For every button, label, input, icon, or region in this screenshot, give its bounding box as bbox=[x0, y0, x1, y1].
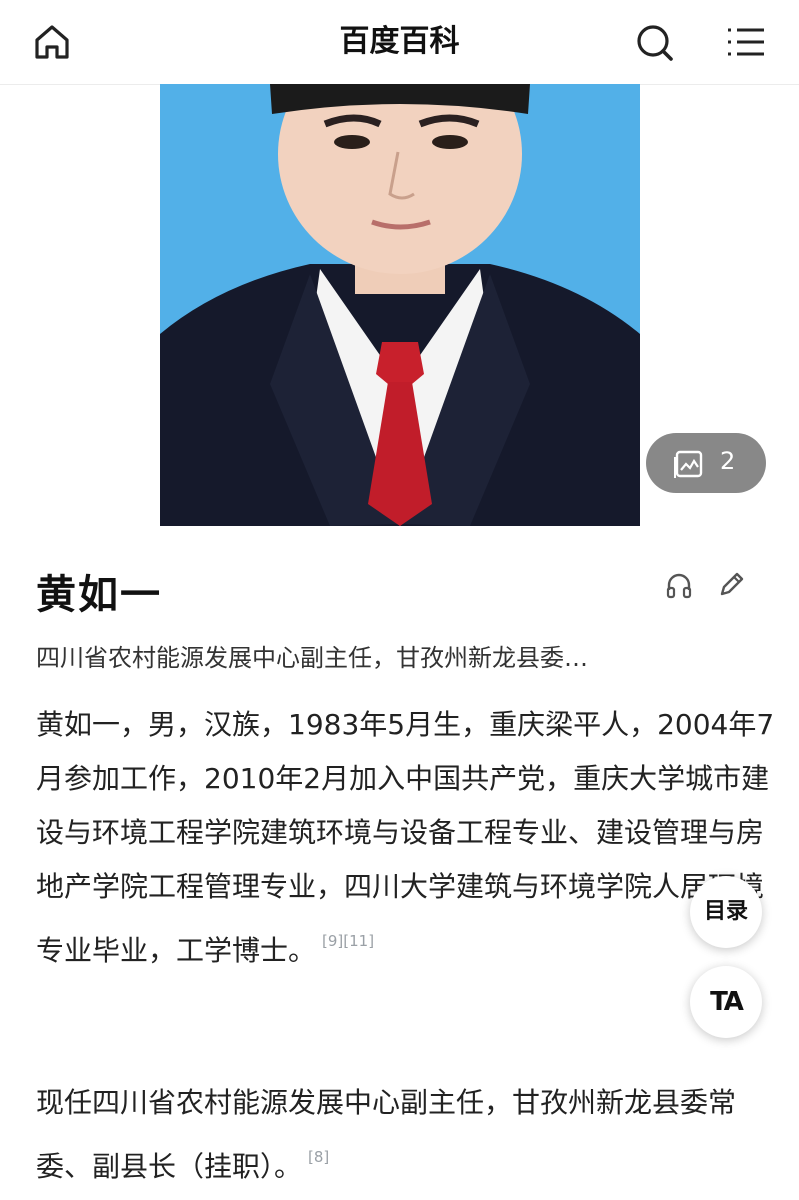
gallery-badge[interactable]: 2 bbox=[646, 433, 766, 493]
edit-icon[interactable] bbox=[716, 570, 746, 604]
menu-icon[interactable] bbox=[722, 18, 770, 66]
ta-button[interactable]: TA bbox=[690, 966, 762, 1038]
citation-ref[interactable]: [9][11] bbox=[322, 932, 374, 950]
paragraph-text: 现任四川省农村能源发展中心副主任，甘孜州新龙县委常委、副县长（挂职）。 bbox=[36, 1086, 737, 1183]
top-bar: 百度百科 bbox=[0, 0, 799, 85]
headphones-icon[interactable] bbox=[664, 570, 694, 604]
citation-ref[interactable]: [8] bbox=[308, 1148, 329, 1166]
current-position-paragraph: 现任四川省农村能源发展中心副主任，甘孜州新龙县委常委、副县长（挂职）。 [8] bbox=[36, 1076, 776, 1194]
summary-paragraph: 黄如一，男，汉族，1983年5月生，重庆梁平人，2004年7月参加工作，2010… bbox=[36, 698, 776, 978]
search-icon[interactable] bbox=[630, 18, 678, 66]
page-title: 百度百科 bbox=[339, 24, 460, 59]
toc-button[interactable]: 目录 bbox=[690, 876, 762, 948]
portrait-photo[interactable] bbox=[160, 84, 640, 526]
paragraph-text: 黄如一，男，汉族，1983年5月生，重庆梁平人，2004年7月参加工作，2010… bbox=[36, 708, 775, 967]
entry-name: 黄如一 bbox=[36, 572, 162, 618]
image-gallery-icon bbox=[674, 450, 703, 478]
entry-subtitle: 四川省农村能源发展中心副主任，甘孜州新龙县委… bbox=[36, 644, 588, 672]
gallery-count: 2 bbox=[720, 447, 736, 475]
